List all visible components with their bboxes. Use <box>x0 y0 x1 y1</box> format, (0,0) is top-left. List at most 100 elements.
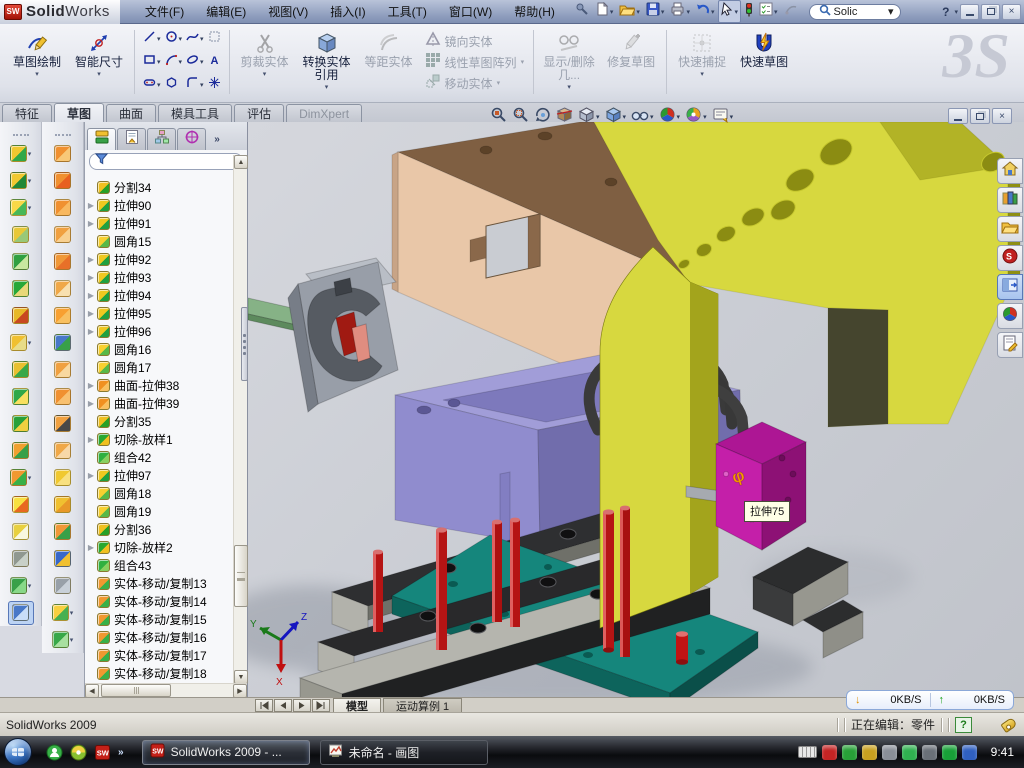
trim-entities-button[interactable]: 剪裁实体▾ <box>234 27 296 97</box>
net-speed-widget[interactable]: ↓0KB/S ↑0KB/S <box>846 690 1014 710</box>
appearances-button[interactable]: ▾ <box>657 105 683 129</box>
scene-button[interactable]: ▾ <box>683 105 709 129</box>
sketch-button[interactable]: 草图绘制▾ <box>6 27 68 97</box>
taskbar-task[interactable]: SWSolidWorks 2009 - ... <box>142 740 310 765</box>
ellipse-button[interactable]: ▾ <box>184 51 206 74</box>
chevron-down-icon[interactable]: ▾ <box>70 636 74 644</box>
panel-tabs-overflow[interactable]: » <box>207 128 227 150</box>
extruded-cut-button[interactable]: ▾ <box>0 167 41 194</box>
sketch-text-button[interactable]: A <box>206 51 223 74</box>
search-input[interactable]: Solic ▾ <box>809 4 901 20</box>
rapid-sketch-button[interactable]: 快速草图 <box>733 27 795 97</box>
scroll-left-button[interactable]: ◀ <box>85 684 99 698</box>
chevron-down-icon[interactable]: ▾ <box>730 113 734 121</box>
polygon-button[interactable] <box>163 74 185 97</box>
tab-评估[interactable]: 评估 <box>234 104 284 122</box>
quick-launch-overflow[interactable]: » <box>118 747 124 758</box>
mirror-entities-button[interactable]: 镜向实体 <box>422 31 528 52</box>
draft-analysis-button[interactable] <box>42 545 83 572</box>
insert-feature-button[interactable] <box>0 491 41 518</box>
chevron-down-icon[interactable]: ▾ <box>200 81 204 89</box>
zoom-area-button[interactable] <box>510 105 531 129</box>
chevron-down-icon[interactable]: ▾ <box>734 8 738 16</box>
knit-surface-button[interactable] <box>42 248 83 275</box>
tab-模型[interactable]: 模型 <box>333 698 381 712</box>
tray-red-shield-icon[interactable] <box>822 745 837 760</box>
tree-item[interactable]: 实体-移动/复制18 <box>85 664 231 682</box>
linear-sketch-pattern-button[interactable]: 线性草图阵列▾ <box>422 52 528 73</box>
combine-bodies-button[interactable] <box>0 410 41 437</box>
chevron-down-icon[interactable]: ▾ <box>157 35 161 43</box>
circle-button[interactable]: ▾ <box>163 28 185 51</box>
minimize-button[interactable] <box>960 4 979 20</box>
display-delete-relations-button[interactable]: 显示/删除几...▾ <box>538 27 600 97</box>
start-button[interactable] <box>4 738 32 766</box>
tree-item[interactable]: 实体-移动/复制17 <box>85 646 231 664</box>
propertymanager-tab[interactable] <box>117 128 146 150</box>
offset-entities-button[interactable]: 等距实体 <box>358 27 420 97</box>
restore-button[interactable] <box>981 4 1000 20</box>
chevron-down-icon[interactable]: ▾ <box>703 113 707 121</box>
media-ball-icon[interactable] <box>70 744 87 761</box>
tree-item[interactable]: 组合43 <box>85 556 231 574</box>
view-palette-button[interactable] <box>997 274 1023 300</box>
tree-item[interactable]: ▶拉伸92 <box>85 250 231 268</box>
parting-surface-button[interactable] <box>42 491 83 518</box>
dimxpertmanager-tab[interactable] <box>177 128 206 150</box>
cavity-button[interactable]: ▾ <box>42 626 83 653</box>
replace-face-button[interactable] <box>42 437 83 464</box>
split-body-button[interactable] <box>0 437 41 464</box>
elbow-surface-button[interactable] <box>42 383 83 410</box>
construction-line-button[interactable] <box>0 545 41 572</box>
repair-sketch-button[interactable]: 修复草图 <box>600 27 662 97</box>
help-button[interactable]: ? <box>938 5 953 19</box>
chevron-down-icon[interactable]: ▾ <box>661 8 665 16</box>
first-frame-button[interactable] <box>255 699 273 712</box>
delete-hole-button[interactable] <box>42 410 83 437</box>
scale-button[interactable] <box>42 518 83 545</box>
messenger-icon[interactable] <box>46 744 63 761</box>
tree-item[interactable]: 分割35 <box>85 412 231 430</box>
chevron-down-icon[interactable]: ▾ <box>521 58 525 66</box>
appearances-pane-button[interactable] <box>997 303 1023 329</box>
menu-item[interactable]: 编辑(E) <box>195 0 257 23</box>
chevron-down-icon[interactable]: ▾ <box>200 35 204 43</box>
chevron-down-icon[interactable]: ▾ <box>636 8 640 16</box>
options-list-button[interactable]: ▾ <box>757 1 780 22</box>
spline-curve-button[interactable]: ▾ <box>0 572 41 599</box>
rib-button[interactable] <box>0 248 41 275</box>
tree-item[interactable]: 圆角15 <box>85 232 231 250</box>
quick-snaps-button[interactable]: 快速捕捉▾ <box>671 27 733 97</box>
tree-item[interactable]: ▶曲面-拉伸39 <box>85 394 231 412</box>
instant3d-button[interactable] <box>0 599 41 626</box>
view-orientation-button[interactable]: ▾ <box>576 105 602 129</box>
tree-horizontal-scrollbar[interactable]: ◀ ▶ <box>85 683 247 697</box>
annotations-button[interactable]: ▾ <box>710 105 736 129</box>
undo-button[interactable]: ▾ <box>694 1 717 22</box>
doc-close-button[interactable]: × <box>992 108 1012 124</box>
tree-item[interactable]: 圆角19 <box>85 502 231 520</box>
tree-item[interactable]: ▶拉伸91 <box>85 214 231 232</box>
tab-DimXpert[interactable]: DimXpert <box>286 104 362 122</box>
tree-item[interactable]: 实体-移动/复制15 <box>85 610 231 628</box>
chevron-down-icon[interactable]: ▾ <box>650 113 654 121</box>
tree-item[interactable]: 分割36 <box>85 520 231 538</box>
chevron-down-icon[interactable]: ▾ <box>28 582 32 590</box>
design-library-button[interactable] <box>997 187 1023 213</box>
tree-item[interactable]: 圆角16 <box>85 340 231 358</box>
hole-wizard-button[interactable] <box>0 302 41 329</box>
sketch-fillet-button[interactable]: ▾ <box>184 74 206 97</box>
toolbox-button[interactable]: S <box>997 245 1023 271</box>
point-button[interactable] <box>206 74 223 97</box>
print-button[interactable]: ▾ <box>668 1 692 22</box>
scroll-thumb[interactable] <box>234 545 248 607</box>
file-explorer-button[interactable] <box>997 216 1023 242</box>
tray-phone-icon[interactable] <box>902 745 917 760</box>
tab-草图[interactable]: 草图 <box>54 103 104 122</box>
tab-模具工具[interactable]: 模具工具 <box>158 104 232 122</box>
scroll-down-button[interactable]: ▼ <box>234 670 248 684</box>
convert-entities-button[interactable]: 转换实体引用▾ <box>296 27 358 97</box>
revolved-surface-button[interactable] <box>42 167 83 194</box>
swept-surface-button[interactable] <box>42 194 83 221</box>
resources-home-button[interactable] <box>997 158 1023 184</box>
